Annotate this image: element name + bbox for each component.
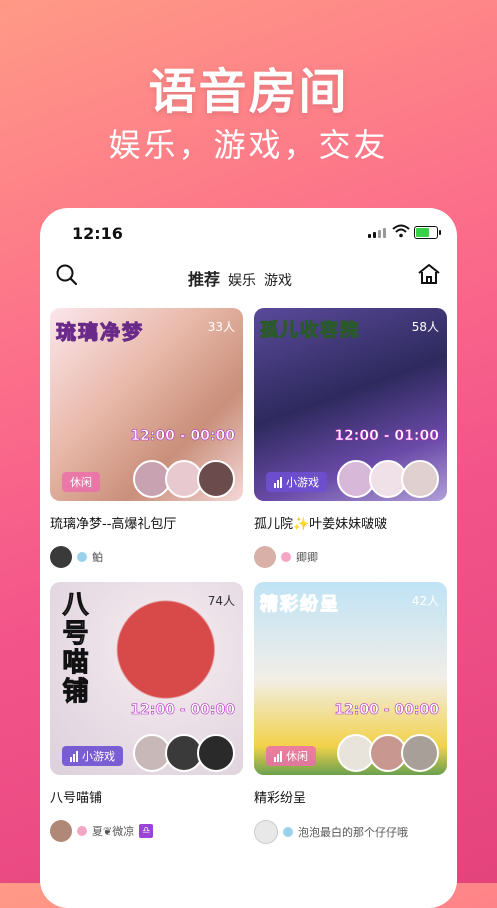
search-icon[interactable] (56, 264, 78, 286)
owner-name: 鲌 (92, 551, 103, 564)
room-card[interactable]: 琉璃净梦 33人 12:00 - 00:00 休闲 琉璃净梦--高爆礼包厅 鲌 (50, 308, 243, 568)
member-count: 42人 (411, 594, 439, 608)
gender-icon (77, 826, 87, 836)
owner-name: 卿卿 (296, 551, 318, 564)
member-count: 58人 (411, 320, 439, 334)
owner-avatar (50, 546, 72, 568)
time-slot: 12:00 - 01:00 (334, 428, 439, 445)
room-owner: 夏❦微凉 ♎ (50, 820, 243, 842)
promo-subline: 娱乐，游戏，交友 (108, 126, 389, 164)
room-owner: 鲌 (50, 546, 243, 568)
room-card[interactable]: 精彩纷呈 42人 12:00 - 00:00 休闲 精彩纷呈 泡泡最白的那个仔仔… (254, 582, 447, 844)
member-avatars (337, 460, 439, 498)
room-owner: 卿卿 (254, 546, 447, 568)
room-thumbnail[interactable]: 八号喵铺 74人 12:00 - 00:00 小游戏 (50, 582, 243, 775)
gender-icon (77, 552, 87, 562)
time-slot: 12:00 - 00:00 (130, 428, 235, 445)
category-badge: 小游戏 (266, 472, 327, 492)
avatar (401, 460, 439, 498)
category-badge: 休闲 (266, 746, 316, 766)
home-icon[interactable] (417, 263, 441, 285)
category-badge: 休闲 (62, 472, 100, 492)
promo-headline: 语音房间 (148, 64, 349, 120)
owner-name: 泡泡最白的那个仔仔哦 (298, 826, 408, 839)
avatar (401, 734, 439, 772)
zodiac-icon: ♎ (139, 824, 154, 838)
bars-icon (274, 476, 282, 488)
owner-avatar (50, 820, 72, 842)
signal-icon (368, 228, 386, 238)
tab-games[interactable]: 游戏 (264, 270, 292, 290)
bars-icon (274, 750, 282, 762)
category-tabs: 推荐 娱乐 游戏 (188, 266, 292, 290)
time-slot: 12:00 - 00:00 (334, 702, 439, 719)
member-avatars (133, 460, 235, 498)
tab-recommend[interactable]: 推荐 (188, 266, 220, 290)
status-bar: 12:16 (40, 208, 457, 256)
thumb-title: 精彩纷呈 (260, 594, 340, 616)
room-title[interactable]: 孤儿院✨叶姜妹妹啵啵 (254, 513, 447, 532)
gender-icon (281, 552, 291, 562)
room-card[interactable]: 孤儿收容院 58人 12:00 - 01:00 小游戏 孤儿院✨叶姜妹妹啵啵 卿… (254, 308, 447, 568)
room-title[interactable]: 八号喵铺 (50, 787, 243, 806)
status-time: 12:16 (72, 224, 123, 243)
room-thumbnail[interactable]: 琉璃净梦 33人 12:00 - 00:00 休闲 (50, 308, 243, 501)
battery-icon (414, 226, 441, 239)
wifi-icon (392, 224, 410, 238)
avatar (197, 734, 235, 772)
room-thumbnail[interactable]: 孤儿收容院 58人 12:00 - 01:00 小游戏 (254, 308, 447, 501)
avatar (197, 460, 235, 498)
member-avatars (133, 734, 235, 772)
category-badge: 小游戏 (62, 746, 123, 766)
gender-icon (283, 827, 293, 837)
owner-avatar (254, 546, 276, 568)
thumb-title: 孤儿收容院 (260, 320, 360, 342)
room-card[interactable]: 八号喵铺 74人 12:00 - 00:00 小游戏 八号喵铺 夏❦微凉 ♎ (50, 582, 243, 842)
room-title[interactable]: 琉璃净梦--高爆礼包厅 (50, 513, 243, 532)
member-count: 33人 (207, 320, 235, 334)
room-thumbnail[interactable]: 精彩纷呈 42人 12:00 - 00:00 休闲 (254, 582, 447, 775)
room-title[interactable]: 精彩纷呈 (254, 787, 447, 806)
top-nav: 推荐 娱乐 游戏 (40, 258, 457, 294)
bars-icon (70, 750, 78, 762)
owner-name: 夏❦微凉 (92, 825, 135, 838)
owner-avatar (254, 820, 278, 844)
time-slot: 12:00 - 00:00 (130, 702, 235, 719)
tab-entertainment[interactable]: 娱乐 (228, 270, 256, 290)
thumb-title: 八号喵铺 (58, 590, 89, 707)
member-avatars (337, 734, 439, 772)
member-count: 74人 (207, 594, 235, 608)
room-owner: 泡泡最白的那个仔仔哦 (254, 820, 447, 844)
phone-screen: 12:16 推荐 娱乐 游戏 琉璃净梦 33人 12:00 - 00:00 休闲… (40, 208, 457, 908)
thumb-title: 琉璃净梦 (56, 320, 144, 345)
